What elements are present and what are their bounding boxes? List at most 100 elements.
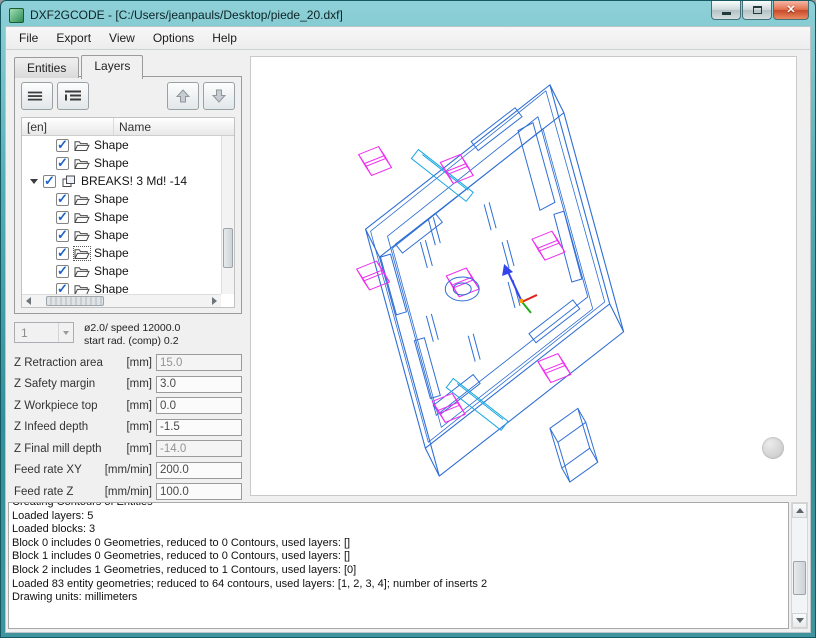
main-area: Entities Layers [en] Name ✓ Shape ✓ Shap…: [5, 50, 811, 633]
checkbox[interactable]: [56, 209, 69, 225]
tree-row-label: Shape: [94, 210, 129, 224]
app-icon: [9, 7, 24, 23]
field-unit: [mm]: [126, 421, 152, 434]
field-unit: [mm]: [126, 378, 152, 391]
parameters-panel: 1 ø2.0/ speed 12000.0 start rad. (comp) …: [14, 322, 242, 503]
left-tabs: Entities Layers: [14, 55, 145, 79]
tree-row-label: Shape: [94, 282, 129, 294]
field-row-z-retraction: Z Retraction area [mm]: [14, 352, 242, 374]
tree-view-button[interactable]: [57, 82, 89, 110]
field-row-z-infeed: Z Infeed depth [mm]: [14, 417, 242, 439]
field-row-feed-z: Feed rate Z [mm/min]: [14, 481, 242, 503]
menu-file[interactable]: File: [10, 28, 47, 48]
z-infeed-depth-input[interactable]: [156, 418, 242, 436]
log-line: Drawing units: millimeters: [12, 591, 138, 604]
tree-row-layer-breaks[interactable]: BREAKS! 3 Md! -14: [22, 172, 221, 190]
folder-icon: [74, 229, 90, 242]
z-safety-margin-input[interactable]: [156, 375, 242, 393]
menu-view[interactable]: View: [100, 28, 144, 48]
field-label: Z Infeed depth: [14, 421, 89, 434]
tab-layers[interactable]: Layers: [81, 55, 144, 79]
arrow-down-icon: [211, 88, 227, 104]
folder-icon: [74, 283, 90, 295]
tree-row-label: Shape: [94, 264, 129, 278]
tree-row-shape[interactable]: Shape: [22, 154, 221, 172]
close-button[interactable]: ✕: [773, 1, 809, 20]
tree-row-shape[interactable]: Shape: [22, 190, 221, 208]
log-line: Loaded layers: 5: [12, 509, 94, 522]
tree-row-label: Shape: [94, 192, 129, 206]
tree-row-shape[interactable]: Shape: [22, 262, 221, 280]
maximize-button[interactable]: [742, 1, 772, 20]
scrollbar-thumb[interactable]: [793, 561, 806, 595]
layers-pane: [en] Name Shape Shape: [14, 76, 242, 314]
app-window: DXF2GCODE - [C:/Users/jeanpauls/Desktop/…: [0, 0, 816, 638]
scroll-right-icon[interactable]: [212, 297, 217, 305]
tree-vertical-scrollbar[interactable]: [221, 136, 234, 294]
folder-icon: [74, 139, 90, 152]
checkbox[interactable]: [56, 263, 69, 279]
menu-export[interactable]: Export: [47, 28, 100, 48]
scroll-up-icon[interactable]: [792, 503, 807, 518]
feed-rate-z-input[interactable]: [156, 483, 242, 501]
tree-row-shape[interactable]: Shape: [22, 280, 221, 294]
checkbox[interactable]: [56, 191, 69, 207]
scrollbar-thumb[interactable]: [46, 296, 104, 306]
field-row-z-workpiece: Z Workpiece top [mm]: [14, 395, 242, 417]
tree-horizontal-scrollbar[interactable]: [22, 294, 221, 307]
field-row-feed-xy: Feed rate XY [mm/min]: [14, 460, 242, 482]
log-line: Loaded 83 entity geometries; reduced to …: [12, 577, 488, 590]
move-down-button[interactable]: [203, 82, 235, 110]
tree-row-shape[interactable]: Shape: [22, 208, 221, 226]
scroll-left-icon[interactable]: [26, 297, 31, 305]
minimize-button[interactable]: [711, 1, 741, 20]
tree-row-label: Shape: [94, 246, 129, 260]
folder-icon: [74, 265, 90, 278]
folder-icon: [74, 211, 90, 224]
log-vertical-scrollbar[interactable]: [791, 502, 808, 629]
chevron-down-icon: [58, 323, 73, 342]
tree-row-shape[interactable]: Shape: [22, 136, 221, 154]
tab-entities[interactable]: Entities: [14, 57, 80, 78]
expander-icon[interactable]: [30, 178, 38, 184]
maximize-icon: [752, 6, 762, 14]
cad-drawing: [356, 84, 625, 483]
checkbox[interactable]: [56, 245, 69, 261]
field-unit: [mm]: [126, 399, 152, 412]
field-unit: [mm]: [126, 442, 152, 455]
field-unit: [mm]: [126, 356, 152, 369]
checkbox[interactable]: [56, 137, 69, 153]
field-label: Z Final mill depth: [14, 442, 102, 455]
menu-options[interactable]: Options: [144, 28, 203, 48]
z-retraction-area-input[interactable]: [156, 354, 242, 372]
z-workpiece-top-input[interactable]: [156, 397, 242, 415]
list-icon: [27, 90, 43, 103]
field-unit: [mm/min]: [104, 464, 152, 477]
scroll-down-icon[interactable]: [792, 613, 807, 628]
title-bar[interactable]: DXF2GCODE - [C:/Users/jeanpauls/Desktop/…: [5, 1, 811, 26]
tool-selector[interactable]: 1: [14, 322, 74, 343]
move-up-button[interactable]: [167, 82, 199, 110]
checkbox[interactable]: [43, 173, 56, 189]
folder-icon: [74, 157, 90, 170]
feed-rate-xy-input[interactable]: [156, 461, 242, 479]
field-unit: [mm/min]: [104, 485, 152, 498]
menu-help[interactable]: Help: [203, 28, 246, 48]
checkbox[interactable]: [56, 155, 69, 171]
log-line: Block 0 includes 0 Geometries, reduced t…: [12, 536, 351, 549]
tree-header-name[interactable]: Name: [114, 120, 234, 134]
scrollbar-thumb[interactable]: [223, 228, 233, 268]
z-final-mill-depth-input[interactable]: [156, 440, 242, 458]
list-view-button[interactable]: [21, 82, 53, 110]
field-label: Feed rate Z: [14, 485, 74, 498]
tree-header-en[interactable]: [en]: [22, 118, 114, 135]
layers-tree: [en] Name Shape Shape: [21, 117, 235, 308]
tree-row-shape[interactable]: Shape: [22, 244, 221, 262]
tree-row-shape[interactable]: Shape: [22, 226, 221, 244]
field-label: Z Safety margin: [14, 378, 96, 391]
checkbox[interactable]: [56, 281, 69, 294]
canvas-watermark-logo: [762, 437, 784, 459]
checkbox[interactable]: [56, 227, 69, 243]
menu-bar: File Export View Options Help: [5, 26, 811, 50]
cad-viewport[interactable]: [250, 56, 797, 496]
